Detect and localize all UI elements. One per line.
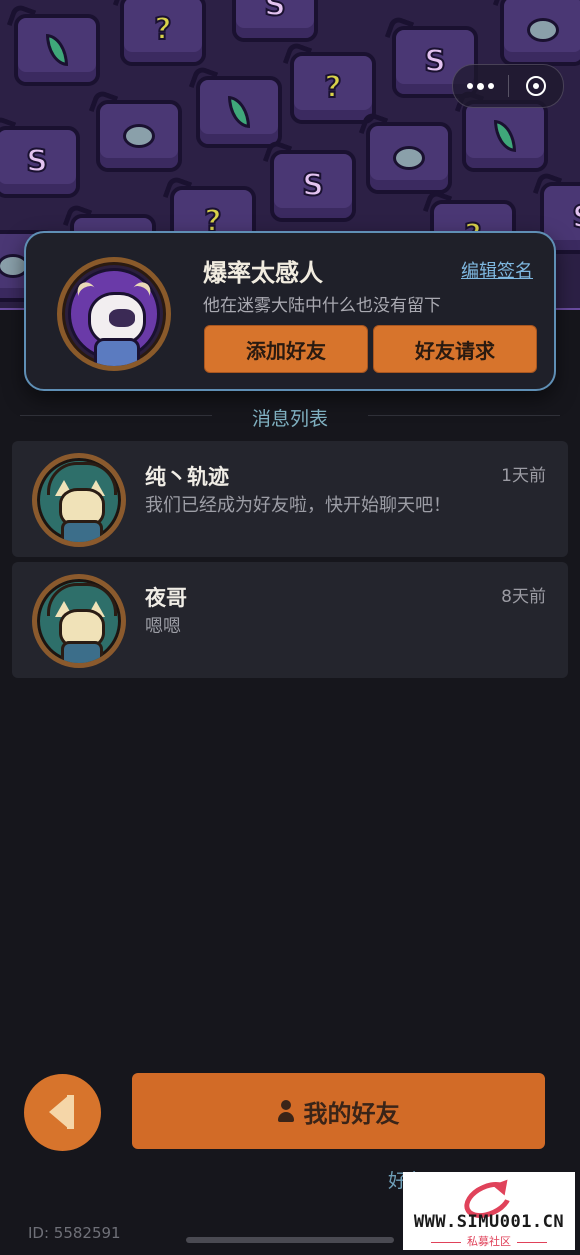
chest-pattern-icon [462,100,548,172]
more-button[interactable] [453,65,508,107]
divider [368,415,560,416]
back-arrow-icon [49,1095,69,1129]
message-preview: 我们已经成为好友啦，快开始聊天吧！ [145,495,451,516]
avatar-body [94,338,140,366]
message-time: 8天前 [501,587,546,607]
add-friend-button[interactable]: 添加好友 [204,325,368,373]
chest-pattern-icon [96,100,182,172]
message-list-title: 消息列表 [251,408,328,430]
more-dots-icon [466,82,494,90]
watermark-label: 私募社区 [403,1233,575,1249]
person-icon [277,1100,294,1122]
watermark-site: WWW.SIMU001.CN [413,1212,565,1232]
avatar [32,574,126,668]
avatar [32,453,126,547]
chest-pattern-icon [196,76,282,148]
profile-signature: 他在迷雾大陆中什么也没有留下 [203,296,441,316]
message-sender: 夜哥 [145,586,187,610]
friend-requests-button[interactable]: 好友请求 [373,325,537,373]
user-id-text: ID: 5582591 [28,1224,121,1242]
chest-pattern-icon: S [232,0,318,42]
message-sender: 纯丶轨迹 [145,465,229,489]
message-preview: 嗯嗯 [145,616,181,637]
target-circle-icon [525,76,546,96]
back-arrow-bar [67,1095,74,1129]
chest-pattern-icon [500,0,580,66]
avatar-body [61,520,103,542]
avatar[interactable] [57,257,171,371]
close-button[interactable] [509,65,564,107]
chest-pattern-icon: ? [290,52,376,124]
my-friends-button[interactable]: 我的好友 [132,1073,545,1149]
chest-pattern-icon: S [0,126,80,198]
profile-name: 爆率太感人 [203,259,323,287]
home-indicator[interactable] [186,1237,394,1243]
message-item[interactable]: 纯丶轨迹 1天前 我们已经成为好友啦，快开始聊天吧！ [12,441,568,557]
chest-pattern-icon [14,14,100,86]
message-item[interactable]: 夜哥 8天前 嗯嗯 [12,562,568,678]
message-list-heading: 消息列表 [20,402,560,430]
message-time: 1天前 [501,466,546,486]
edit-signature-link[interactable]: 编辑签名 [461,257,533,283]
watermark-logo-icon [458,1174,519,1226]
mini-program-capsule [452,64,564,108]
chest-pattern-icon [366,122,452,194]
chest-pattern-icon: S [270,150,356,222]
back-button[interactable] [24,1074,101,1151]
avatar-body [61,641,103,663]
my-friends-label: 我的好友 [303,1099,400,1128]
profile-card: 爆率太感人 编辑签名 他在迷雾大陆中什么也没有留下 添加好友 好友请求 [24,231,556,391]
watermark: WWW.SIMU001.CN 私募社区 [403,1172,575,1250]
chest-pattern-icon: ? [120,0,206,66]
